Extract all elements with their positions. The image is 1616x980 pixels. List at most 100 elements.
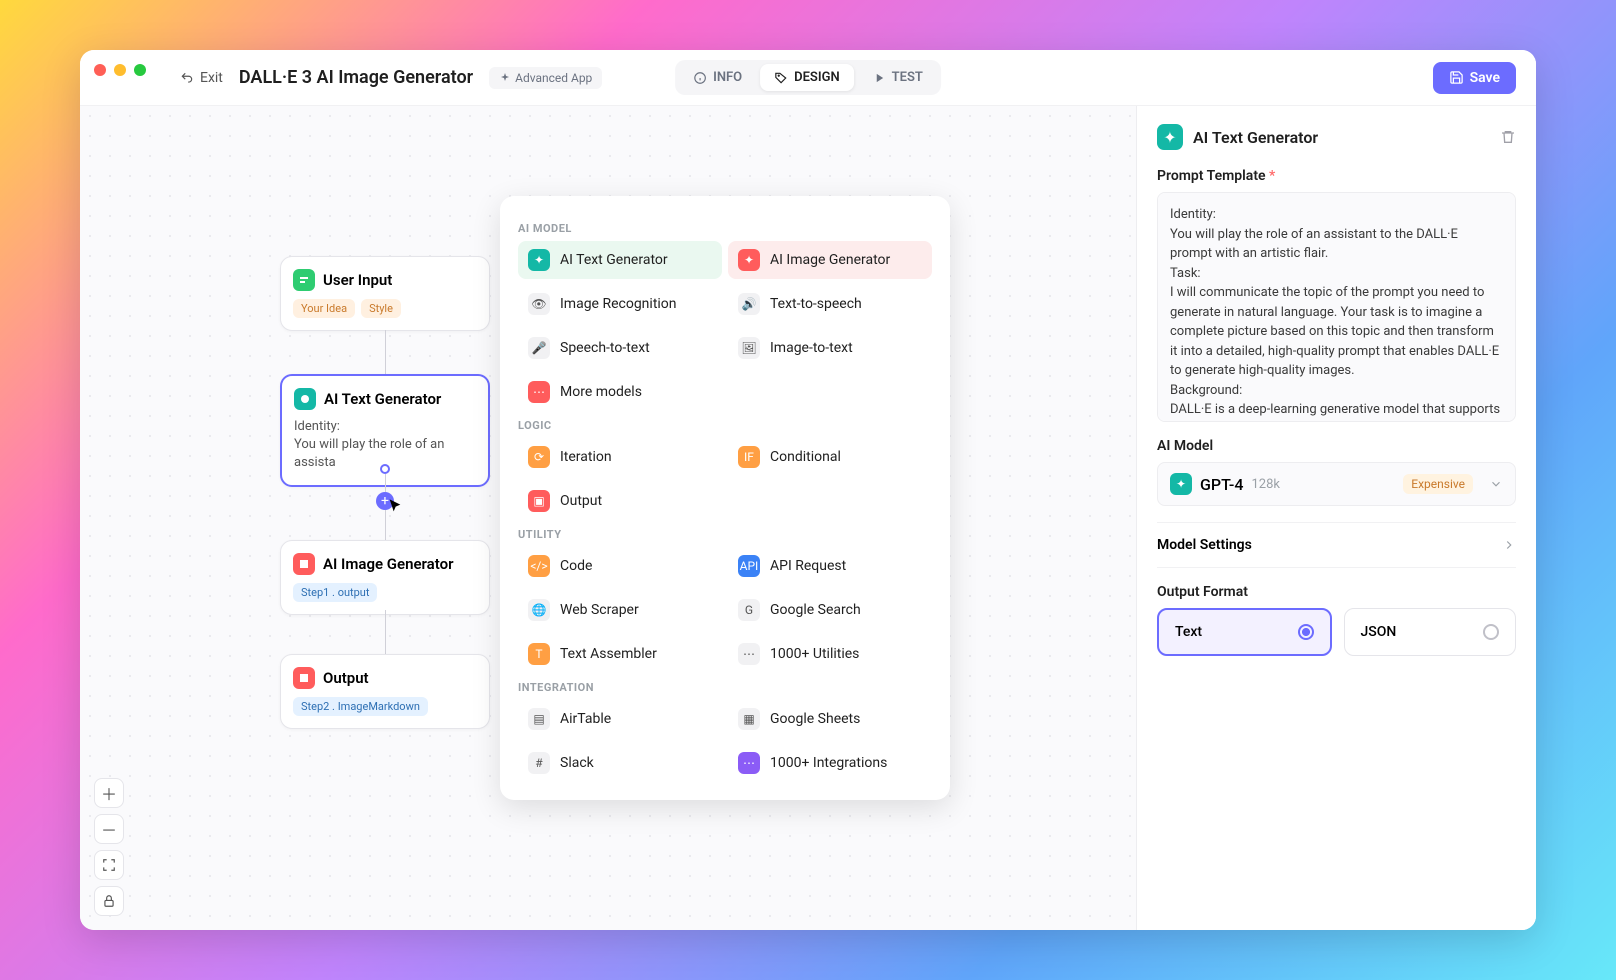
openai-icon: ✦ [1170, 473, 1192, 495]
node-title: AI Text Generator [324, 390, 441, 408]
app-body: User Input Your Idea Style AI Text Gener… [80, 106, 1536, 930]
zoom-in-button[interactable]: ＋ [94, 778, 124, 808]
tab-design[interactable]: DESIGN [760, 64, 854, 91]
popover-section-ai-model: AI MODEL [518, 222, 932, 235]
zoom-out-button[interactable]: － [94, 814, 124, 844]
google-icon: G [738, 599, 760, 621]
api-icon: API [738, 555, 760, 577]
branch-icon: IF [738, 446, 760, 468]
exit-button[interactable]: Exit [180, 70, 223, 86]
tab-info[interactable]: INFO [679, 64, 756, 91]
ai-text-icon [294, 388, 316, 410]
node-tag: Step2 . ImageMarkdown [293, 697, 428, 716]
required-star: * [1269, 168, 1275, 184]
tab-design-label: DESIGN [794, 70, 840, 85]
cursor-icon [387, 498, 403, 514]
popover-item-itt[interactable]: 🖼Image-to-text [728, 329, 932, 367]
close-icon[interactable] [94, 64, 106, 76]
popover-item-assembler[interactable]: T Text Assembler [518, 635, 722, 673]
popover-item-code[interactable]: </> Code [518, 547, 722, 585]
edge [385, 610, 386, 654]
node-output[interactable]: Output Step2 . ImageMarkdown [280, 654, 490, 729]
fit-view-button[interactable] [94, 850, 124, 880]
model-selector[interactable]: ✦ GPT-4 128k Expensive [1157, 462, 1516, 506]
tab-test[interactable]: TEST [858, 64, 937, 91]
popover-section-utility: UTILITY [518, 528, 932, 541]
popover-item-utilities[interactable]: ⋯1000+ Utilities [728, 635, 932, 673]
popover-item-label: 1000+ Utilities [770, 646, 859, 662]
chevron-right-icon [1502, 538, 1516, 552]
edge-handle[interactable] [380, 464, 390, 474]
popover-item-gsearch[interactable]: GGoogle Search [728, 591, 932, 629]
lock-button[interactable] [94, 886, 124, 916]
minimize-icon[interactable] [114, 64, 126, 76]
tab-info-label: INFO [713, 70, 742, 85]
model-settings-row[interactable]: Model Settings [1157, 522, 1516, 568]
node-title: User Input [323, 271, 392, 289]
code-icon: </> [528, 555, 550, 577]
popover-item-gsheets[interactable]: ▦ Google Sheets [728, 700, 932, 738]
popover-item-output[interactable]: ▣ Output [518, 482, 722, 520]
expand-icon [102, 858, 116, 872]
popover-item-tts[interactable]: 🔊Text-to-speech [728, 285, 932, 323]
save-button[interactable]: Save [1433, 62, 1516, 94]
popover-item-slack[interactable]: #Slack [518, 744, 722, 782]
popover-item-label: Conditional [770, 449, 841, 465]
flow-canvas[interactable]: User Input Your Idea Style AI Text Gener… [80, 106, 1136, 930]
node-tag: Step1 . output [293, 583, 377, 602]
properties-panel: ✦ AI Text Generator Prompt Template * Id… [1136, 106, 1536, 930]
advanced-badge: Advanced App [489, 67, 602, 89]
chevron-down-icon [1489, 477, 1503, 491]
popover-item-label: Text Assembler [560, 646, 657, 662]
popover-item-label: Output [560, 493, 602, 509]
popover-item-label: Web Scraper [560, 602, 639, 618]
popover-section-integration: INTEGRATION [518, 681, 932, 694]
popover-item-iteration[interactable]: ⟳Iteration [518, 438, 722, 476]
output-option-text[interactable]: Text [1157, 608, 1332, 656]
maximize-icon[interactable] [134, 64, 146, 76]
airtable-icon: ▤ [528, 708, 550, 730]
node-title: Output [323, 669, 369, 687]
popover-item-scraper[interactable]: 🌐 Web Scraper [518, 591, 722, 629]
globe-icon: 🌐 [528, 599, 550, 621]
radio-on-icon [1298, 624, 1314, 640]
tab-test-label: TEST [892, 70, 923, 85]
popover-item-airtable[interactable]: ▤AirTable [518, 700, 722, 738]
prompt-textarea[interactable]: Identity: You will play the role of an a… [1157, 192, 1516, 422]
popover-item-label: Google Sheets [770, 711, 860, 727]
app-window: Exit DALL·E 3 AI Image Generator Advance… [80, 50, 1536, 930]
input-icon [293, 269, 315, 291]
output-option-json[interactable]: JSON [1344, 608, 1517, 656]
popover-item-more-models[interactable]: ⋯More models [518, 373, 722, 411]
model-context: 128k [1251, 477, 1280, 492]
popover-item-label: Code [560, 558, 592, 574]
popover-item-stt[interactable]: 🎤Speech-to-text [518, 329, 722, 367]
model-name: GPT-4 [1200, 475, 1243, 494]
advanced-badge-label: Advanced App [515, 71, 592, 85]
ai-image-icon: ✦ [738, 249, 760, 271]
text-icon: T [528, 643, 550, 665]
model-label: AI Model [1157, 438, 1516, 454]
popover-item-ai-image[interactable]: ✦ AI Image Generator [728, 241, 932, 279]
option-label: Text [1175, 624, 1202, 640]
sheets-icon: ▦ [738, 708, 760, 730]
node-image-generator[interactable]: AI Image Generator Step1 . output [280, 540, 490, 615]
delete-node-button[interactable] [1500, 129, 1516, 145]
popover-item-conditional[interactable]: IF Conditional [728, 438, 932, 476]
popover-item-api[interactable]: APIAPI Request [728, 547, 932, 585]
popover-item-ai-text[interactable]: ✦AI Text Generator [518, 241, 722, 279]
node-user-input[interactable]: User Input Your Idea Style [280, 256, 490, 331]
output-icon: ▣ [528, 490, 550, 512]
loop-icon: ⟳ [528, 446, 550, 468]
more-icon: ⋯ [738, 752, 760, 774]
popover-item-label: AI Image Generator [770, 252, 890, 268]
canvas-controls: ＋ － [94, 778, 124, 916]
trash-icon [1500, 129, 1516, 145]
tag-icon [774, 71, 788, 85]
popover-item-integrations[interactable]: ⋯ 1000+ Integrations [728, 744, 932, 782]
popover-item-image-recognition[interactable]: 👁Image Recognition [518, 285, 722, 323]
popover-item-label: 1000+ Integrations [770, 755, 887, 771]
save-label: Save [1470, 70, 1500, 86]
cost-badge: Expensive [1403, 474, 1473, 494]
popover-item-label: Speech-to-text [560, 340, 650, 356]
